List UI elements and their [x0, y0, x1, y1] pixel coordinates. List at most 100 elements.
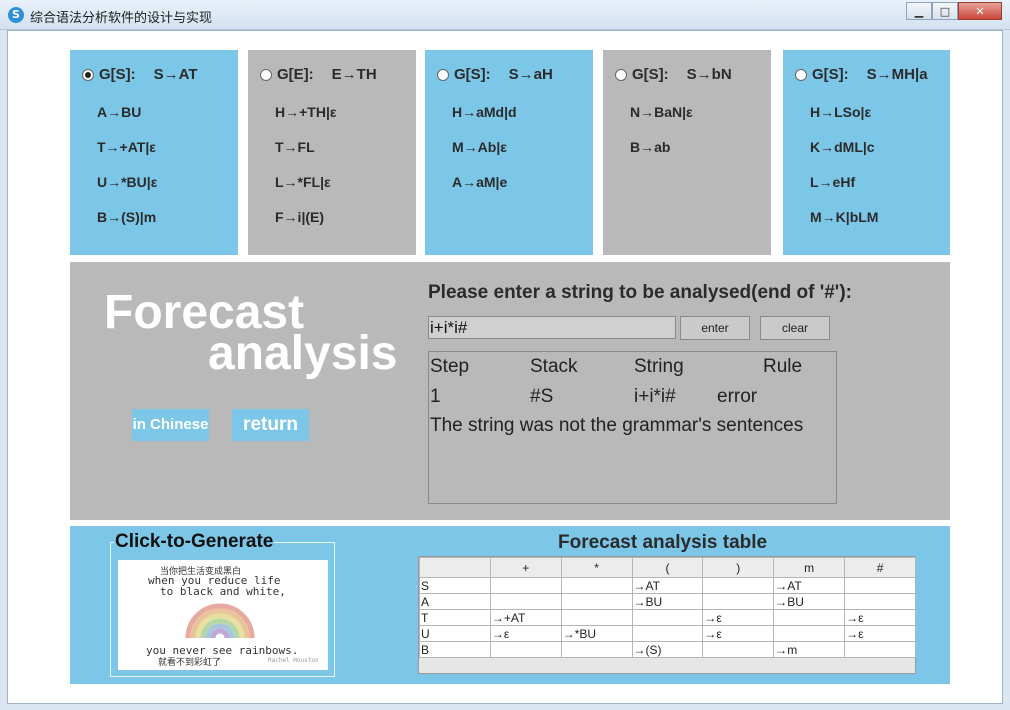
grammar-rule: B→ab [630, 139, 671, 155]
table-cell[interactable] [489, 593, 562, 610]
grammar-rule: H→aMd|d [452, 104, 517, 120]
window-title: 综合语法分析软件的设计与实现 [30, 11, 213, 26]
table-cell[interactable]: →BU [773, 593, 846, 610]
click-to-generate-title: Click-to-Generate [114, 531, 275, 553]
grammar-rule: N→BaN|ε [630, 104, 693, 120]
grammar-panel-2[interactable]: G[E]: E→TH H→+TH|ε T→FL L→*FL|ε F→i|(E) [248, 50, 416, 255]
table-cell[interactable] [560, 577, 633, 594]
table-cell[interactable]: →ε [702, 609, 775, 626]
grammar-rule: F→i|(E) [275, 209, 325, 225]
forecast-analysis-table[interactable]: + * ( ) m # S →AT →AT A →BU →BU T →+AT →… [418, 556, 916, 674]
grammar-2-head-rule: E→TH [331, 66, 377, 83]
table-row[interactable]: T →+AT →ε →ε [419, 609, 916, 626]
rainbow-quote-image[interactable]: 当你把生活变成黑白 when you reduce life to black … [118, 560, 328, 670]
grammar-2-header[interactable]: G[E]: E→TH [260, 66, 377, 83]
table-cell[interactable] [560, 641, 633, 658]
grammar-1-header[interactable]: G[S]: S→AT [82, 66, 198, 83]
table-cell[interactable] [773, 625, 846, 642]
grammar-4-header[interactable]: G[S]: S→bN [615, 66, 732, 83]
grammar-rule: T→+AT|ε [97, 139, 156, 155]
table-cell[interactable] [844, 577, 916, 594]
table-header-cell: * [560, 557, 633, 578]
quote-signature: Rachel Houston [268, 657, 319, 664]
grammar-5-symbol: G[S]: [812, 66, 849, 83]
grammar-rule: L→*FL|ε [275, 174, 331, 190]
rainbow-icon [185, 603, 255, 638]
grammar-2-symbol: G[E]: [277, 66, 314, 83]
table-cell[interactable] [631, 609, 704, 626]
window-titlebar[interactable]: S 综合语法分析软件的设计与实现 ▁ □ ✕ [0, 0, 1010, 30]
table-cell[interactable] [489, 577, 562, 594]
table-row[interactable]: S →AT →AT [419, 577, 916, 594]
enter-button[interactable]: enter [680, 316, 750, 340]
table-row[interactable]: B →(S) →m [419, 641, 916, 658]
in-chinese-button[interactable]: in Chinese [132, 409, 209, 441]
grammar-rule: B→(S)|m [97, 209, 157, 225]
grammar-3-head-rule: S→aH [508, 66, 553, 83]
table-cell[interactable]: →(S) [631, 641, 704, 658]
table-cell[interactable]: →ε [489, 625, 562, 642]
grammar-3-header[interactable]: G[S]: S→aH [437, 66, 553, 83]
output-header-string: String [634, 356, 684, 377]
table-header-cell [419, 557, 491, 578]
grammar-5-radio[interactable] [795, 68, 807, 81]
grammar-rule: T→FL [275, 139, 315, 155]
table-cell[interactable] [560, 593, 633, 610]
analysis-string-input[interactable]: i+i*i# [428, 316, 676, 339]
return-button[interactable]: return [232, 409, 309, 441]
output-header-stack: Stack [530, 356, 578, 377]
grammar-rule: U→*BU|ε [97, 174, 158, 190]
grammar-5-header[interactable]: G[S]: S→MH|a [795, 66, 928, 83]
table-cell[interactable] [489, 641, 562, 658]
table-cell[interactable]: B [419, 641, 491, 658]
minimize-button[interactable]: ▁ [906, 2, 932, 20]
table-cell[interactable] [702, 577, 775, 594]
table-cell[interactable] [702, 593, 775, 610]
grammar-panel-5[interactable]: G[S]: S→MH|a H→LSo|ε K→dML|c L→eHf M→K|b… [783, 50, 950, 255]
bottom-panel: Click-to-Generate 当你把生活变成黑白 when you red… [70, 526, 950, 684]
table-cell[interactable]: →AT [631, 577, 704, 594]
grammar-panel-3[interactable]: G[S]: S→aH H→aMd|d M→Ab|ε A→aM|e [425, 50, 593, 255]
grammar-panel-4[interactable]: G[S]: S→bN N→BaN|ε B→ab [603, 50, 771, 255]
table-cell[interactable]: U [419, 625, 491, 642]
table-cell[interactable]: →*BU [560, 625, 633, 642]
table-cell[interactable]: T [419, 609, 491, 626]
grammar-3-radio[interactable] [437, 68, 449, 81]
maximize-button[interactable]: □ [932, 2, 958, 20]
table-cell[interactable]: S [419, 577, 491, 594]
table-row[interactable]: U →ε →*BU →ε →ε [419, 625, 916, 642]
table-cell[interactable] [773, 609, 846, 626]
forecast-table-title: Forecast analysis table [558, 532, 768, 553]
table-cell[interactable] [844, 641, 916, 658]
table-cell[interactable] [560, 609, 633, 626]
table-cell[interactable]: →BU [631, 593, 704, 610]
table-cell[interactable]: →AT [773, 577, 846, 594]
clear-button[interactable]: clear [760, 316, 830, 340]
table-cell[interactable] [631, 625, 704, 642]
grammar-rule: L→eHf [810, 174, 856, 190]
grammar-rule: M→Ab|ε [452, 139, 507, 155]
table-cell[interactable]: A [419, 593, 491, 610]
table-cell[interactable]: →ε [844, 609, 916, 626]
table-header-cell: ) [702, 557, 775, 578]
table-cell[interactable] [844, 593, 916, 610]
analysis-output-area[interactable]: Step Stack String Rule 1 #S i+i*i# error… [428, 351, 837, 504]
table-cell[interactable] [702, 641, 775, 658]
table-cell[interactable]: →ε [702, 625, 775, 642]
output-header-step: Step [430, 356, 470, 377]
table-cell[interactable]: →+AT [489, 609, 562, 626]
grammar-2-radio[interactable] [260, 68, 272, 81]
table-cell[interactable]: →m [773, 641, 846, 658]
grammar-rule: H→LSo|ε [810, 104, 872, 120]
grammar-4-radio[interactable] [615, 68, 627, 81]
grammar-rule: H→+TH|ε [275, 104, 337, 120]
grammar-3-symbol: G[S]: [454, 66, 491, 83]
close-button[interactable]: ✕ [958, 2, 1002, 20]
table-cell[interactable]: →ε [844, 625, 916, 642]
grammar-4-head-rule: S→bN [686, 66, 732, 83]
table-header-cell: ( [631, 557, 704, 578]
table-row[interactable]: A →BU →BU [419, 593, 916, 610]
grammar-1-radio[interactable] [82, 68, 94, 81]
output-message: The string was not the grammar's sentenc… [430, 415, 804, 436]
grammar-panel-1[interactable]: G[S]: S→AT A→BU T→+AT|ε U→*BU|ε B→(S)|m [70, 50, 238, 255]
